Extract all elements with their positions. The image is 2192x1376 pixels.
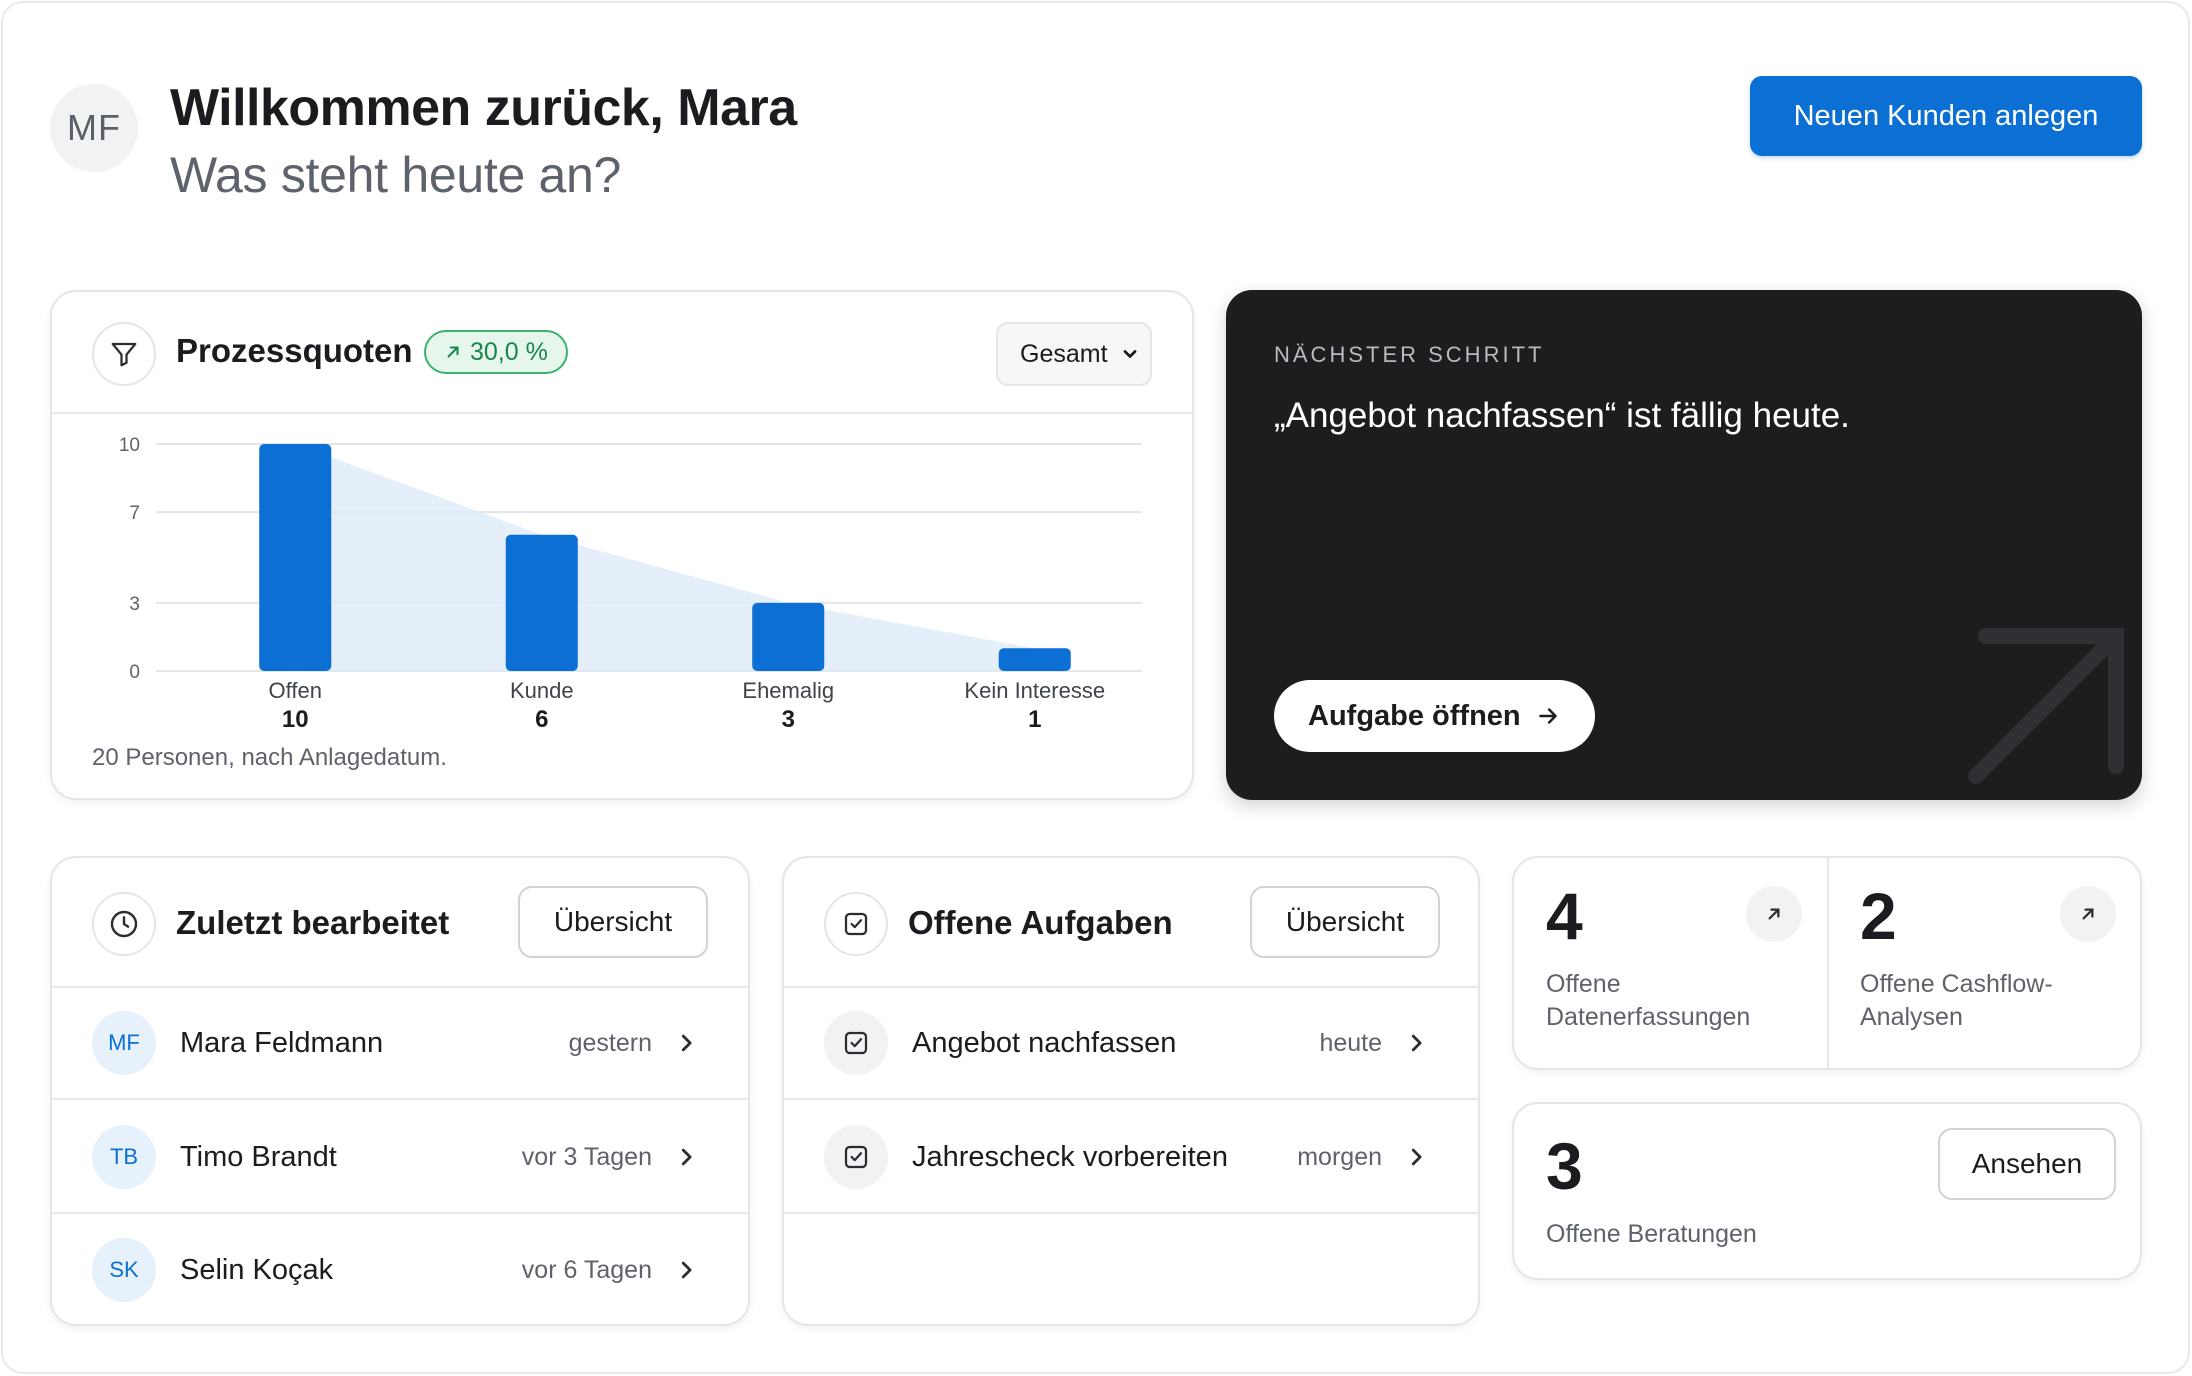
y-tick-label: 7 xyxy=(129,503,140,524)
open-task-label: Aufgabe öffnen xyxy=(1308,699,1521,732)
process-rates-header: Prozessquoten 30,0 % Gesamt xyxy=(52,292,1192,414)
recent-name: Mara Feldmann xyxy=(180,1026,384,1059)
period-select-value: Gesamt xyxy=(1020,339,1108,368)
arrow-right-icon xyxy=(1538,708,1557,724)
recent-time: vor 3 Tagen xyxy=(521,1142,652,1171)
x-tick-label: Kunde xyxy=(510,678,574,703)
clock-icon xyxy=(92,892,156,956)
chevron-right-icon xyxy=(1402,1029,1430,1057)
arrow-up-right-icon[interactable] xyxy=(1746,886,1802,942)
task-due: morgen xyxy=(1297,1142,1382,1171)
next-step-text: „Angebot nachfassen“ ist fällig heute. xyxy=(1274,396,1850,435)
user-avatar[interactable]: MF xyxy=(50,84,138,172)
open-task-button[interactable]: Aufgabe öffnen xyxy=(1274,680,1595,752)
task-name: Jahrescheck vorbereiten xyxy=(912,1140,1228,1173)
bar xyxy=(998,648,1071,671)
open-tasks-title: Offene Aufgaben xyxy=(908,904,1173,941)
x-tick-label: Ehemalig xyxy=(742,678,834,703)
chevron-right-icon xyxy=(672,1143,700,1171)
chevron-down-icon xyxy=(1123,350,1136,358)
funnel-area xyxy=(259,444,1071,671)
recent-row[interactable]: SK Selin Koçak vor 6 Tagen xyxy=(52,1214,748,1326)
chevron-right-icon xyxy=(672,1256,700,1284)
checkbox-icon xyxy=(824,1011,888,1075)
checkbox-icon xyxy=(824,1125,888,1189)
bar xyxy=(259,444,332,671)
task-due: heute xyxy=(1319,1028,1382,1057)
avatar: SK xyxy=(92,1238,156,1302)
task-row[interactable]: Angebot nachfassen heute xyxy=(784,988,1478,1100)
bar-value-label: 10 xyxy=(282,706,309,733)
consultations-count: 3 xyxy=(1546,1129,1583,1203)
page-subtitle: Was steht heute an? xyxy=(170,147,622,203)
avatar: TB xyxy=(92,1125,156,1189)
next-step-label: NÄCHSTER SCHRITT xyxy=(1274,342,1545,367)
process-rates-title: Prozessquoten xyxy=(176,332,413,369)
process-rates-card: Prozessquoten 30,0 % Gesamt 0 3 7 10 Offen 10… xyxy=(50,290,1194,800)
recent-name: Timo Brandt xyxy=(180,1140,337,1173)
cashflow-label: Offene Cashflow-Analysen xyxy=(1860,970,2053,1031)
recently-edited-header: Zuletzt bearbeitet Übersicht xyxy=(52,858,748,988)
chart-caption: 20 Personen, nach Anlagedatum. xyxy=(92,744,447,771)
recently-edited-card: Zuletzt bearbeitet Übersicht MF Mara Fel… xyxy=(50,856,750,1326)
checkbox-icon xyxy=(824,892,888,956)
data-entries-label: Offene Datenerfassungen xyxy=(1546,970,1751,1031)
x-tick-label: Offen xyxy=(269,678,322,703)
period-select[interactable]: Gesamt xyxy=(996,322,1152,386)
bar xyxy=(505,534,578,671)
page-title: Willkommen zurück, Mara xyxy=(170,79,797,137)
recent-row[interactable]: MF Mara Feldmann gestern xyxy=(52,988,748,1100)
open-tasks-card: Offene Aufgaben Übersicht Angebot nachfa… xyxy=(782,856,1480,1326)
consultations-card: 3 Offene Beratungen Ansehen xyxy=(1512,1102,2142,1280)
y-tick-label: 10 xyxy=(119,435,140,456)
bar xyxy=(752,602,825,671)
recent-row[interactable]: TB Timo Brandt vor 3 Tagen xyxy=(52,1102,748,1214)
y-tick-label: 3 xyxy=(129,594,140,615)
stat-divider xyxy=(1827,858,1829,1068)
task-row[interactable]: Jahrescheck vorbereiten morgen xyxy=(784,1102,1478,1214)
y-tick-label: 0 xyxy=(129,662,140,683)
cashflow-count: 2 xyxy=(1860,879,1897,953)
task-name: Angebot nachfassen xyxy=(912,1026,1177,1059)
recently-edited-overview-button[interactable]: Übersicht xyxy=(518,886,708,958)
arrow-up-right-icon xyxy=(447,346,459,358)
recent-time: vor 6 Tagen xyxy=(521,1255,652,1284)
arrow-up-right-icon[interactable] xyxy=(2060,886,2116,942)
arrow-up-right-decoration-icon xyxy=(1968,628,2124,784)
bar-value-label: 1 xyxy=(1028,706,1041,733)
data-entries-count: 4 xyxy=(1546,879,1583,953)
consultations-label: Offene Beratungen xyxy=(1546,1220,1757,1248)
recent-time: gestern xyxy=(568,1028,652,1057)
bar-value-label: 3 xyxy=(782,706,795,733)
chevron-right-icon xyxy=(1402,1143,1430,1171)
recently-edited-title: Zuletzt bearbeitet xyxy=(176,904,450,941)
avatar: MF xyxy=(92,1011,156,1075)
view-consultations-button[interactable]: Ansehen xyxy=(1938,1128,2116,1200)
process-rates-chart: 0 3 7 10 Offen 10 Kunde 6 Ehemalig 3 Kein Interess… xyxy=(119,435,1142,733)
trend-badge-value: 30,0 % xyxy=(470,337,548,366)
chevron-right-icon xyxy=(672,1029,700,1057)
open-tasks-overview-button[interactable]: Übersicht xyxy=(1250,886,1440,958)
bar-value-label: 6 xyxy=(535,706,548,733)
trend-badge: 30,0 % xyxy=(424,330,568,374)
filter-icon xyxy=(92,322,156,386)
next-step-card: NÄCHSTER SCHRITT „Angebot nachfassen“ is… xyxy=(1226,290,2142,800)
new-customer-button[interactable]: Neuen Kunden anlegen xyxy=(1750,76,2142,156)
recent-name: Selin Koçak xyxy=(180,1253,334,1286)
open-counts-card: 4 Offene Datenerfassungen 2 Offene Cashf… xyxy=(1512,856,2142,1070)
open-tasks-header: Offene Aufgaben Übersicht xyxy=(784,858,1478,988)
x-tick-label: Kein Interesse xyxy=(964,678,1105,703)
